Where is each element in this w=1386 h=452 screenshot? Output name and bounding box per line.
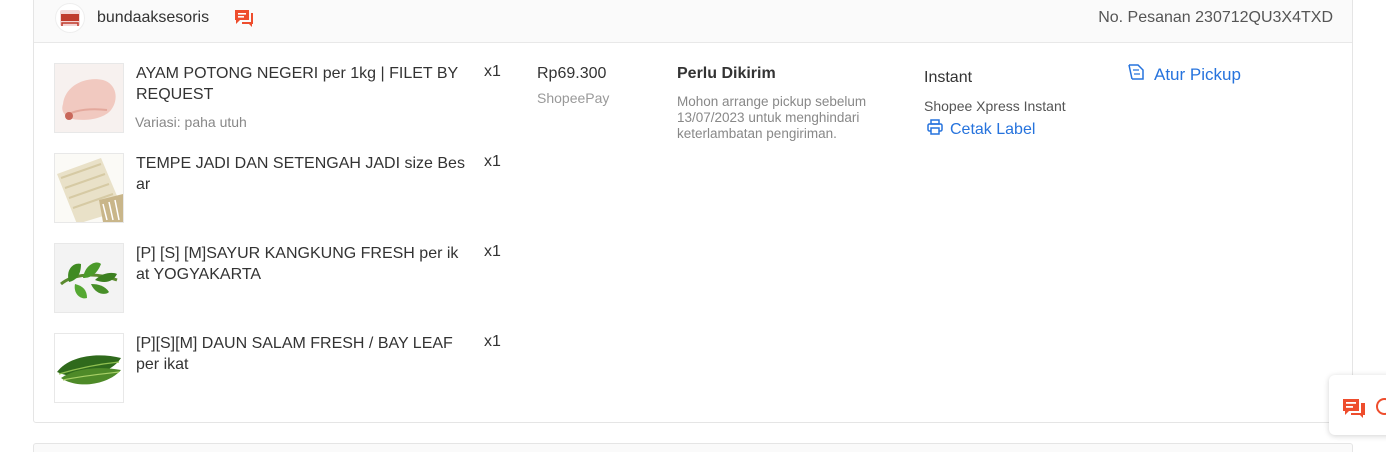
next-order-card — [33, 443, 1353, 452]
product-thumbnail[interactable] — [54, 333, 124, 403]
chat-icon[interactable] — [233, 7, 255, 29]
product-variant: Variasi: paha utuh — [135, 114, 247, 130]
product-thumbnail[interactable] — [54, 63, 124, 133]
product-thumbnail[interactable] — [54, 153, 124, 223]
order-card: bundaaksesoris No. Pesanan 230712QU3X4TX… — [33, 0, 1353, 423]
status-note: Mohon arrange pickup sebelum 13/07/2023 … — [677, 94, 867, 141]
shop-name[interactable]: bundaaksesoris — [97, 9, 209, 27]
pickup-icon — [1126, 62, 1146, 87]
product-item: AYAM POTONG NEGERI per 1kg | FILET BY RE… — [54, 63, 514, 135]
printer-icon — [926, 118, 944, 141]
floating-chat-button[interactable] — [1329, 375, 1386, 435]
order-header: bundaaksesoris No. Pesanan 230712QU3X4TX… — [34, 0, 1352, 43]
shipping-type: Instant — [924, 69, 973, 86]
product-item: [P][S][M] DAUN SALAM FRESH / BAY LEAF pe… — [54, 333, 514, 405]
shop-avatar[interactable] — [55, 3, 85, 33]
product-name[interactable]: AYAM POTONG NEGERI per 1kg | FILET BY RE… — [136, 63, 466, 105]
floating-chat-icon — [1342, 397, 1366, 424]
arrange-pickup-button[interactable]: Atur Pickup — [1126, 62, 1241, 87]
order-number: No. Pesanan 230712QU3X4TXD — [1098, 9, 1333, 26]
payment-method: ShopeePay — [537, 90, 610, 106]
product-quantity: x1 — [484, 153, 501, 170]
courier-name: Shopee Xpress Instant — [924, 98, 1066, 114]
product-item: [P] [S] [M]SAYUR KANGKUNG FRESH per ikat… — [54, 243, 514, 315]
order-status: Perlu Dikirim — [677, 65, 776, 82]
product-name[interactable]: [P][S][M] DAUN SALAM FRESH / BAY LEAF pe… — [136, 333, 466, 375]
product-quantity: x1 — [484, 333, 501, 350]
product-thumbnail[interactable] — [54, 243, 124, 313]
pickup-text: Atur Pickup — [1154, 64, 1241, 84]
chat-status-ring — [1376, 398, 1386, 415]
order-price: Rp69.300 — [537, 65, 607, 82]
print-label-button[interactable]: Cetak Label — [926, 118, 1035, 141]
product-quantity: x1 — [484, 243, 501, 260]
product-item: TEMPE JADI DAN SETENGAH JADI size Besar … — [54, 153, 514, 225]
product-quantity: x1 — [484, 63, 501, 80]
product-name[interactable]: [P] [S] [M]SAYUR KANGKUNG FRESH per ikat… — [136, 243, 466, 285]
print-label-text: Cetak Label — [950, 120, 1036, 138]
product-name[interactable]: TEMPE JADI DAN SETENGAH JADI size Besar — [136, 153, 466, 195]
